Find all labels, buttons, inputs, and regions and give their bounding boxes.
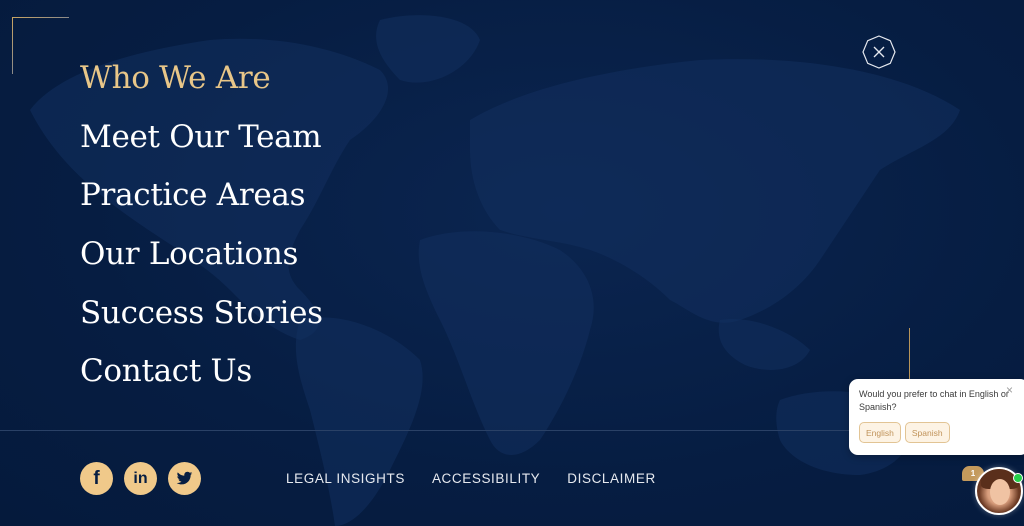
nav-item-contact-us[interactable]: Contact Us [80,349,252,393]
close-menu-button[interactable] [862,35,896,69]
facebook-icon: f [93,467,100,489]
chat-popup-close-icon[interactable]: × [1006,383,1013,397]
footer-link-legal-insights[interactable]: LEGAL INSIGHTS [286,471,405,486]
linkedin-icon: in [133,469,148,487]
online-status-indicator [1013,473,1023,483]
close-octagon-icon [862,35,896,69]
nav-item-our-locations[interactable]: Our Locations [80,232,298,276]
chat-message: Would you prefer to chat in English or S… [859,389,1009,412]
twitter-icon [176,471,193,485]
nav-item-who-we-are[interactable]: Who We Are [80,56,271,100]
nav-item-meet-our-team[interactable]: Meet Our Team [80,115,322,159]
chat-language-popup: Would you prefer to chat in English or S… [849,379,1024,455]
chat-language-options: English Spanish [859,422,950,443]
chat-spanish-button[interactable]: Spanish [904,422,950,443]
chat-agent-launcher[interactable] [975,467,1023,515]
nav-item-practice-areas[interactable]: Practice Areas [80,173,306,217]
chat-english-button[interactable]: English [859,422,901,443]
avatar-face [990,479,1010,505]
corner-decoration-horizontal [12,17,69,18]
corner-decoration-vertical [12,17,13,74]
footer-link-disclaimer[interactable]: DISCLAIMER [567,471,656,486]
nav-item-success-stories[interactable]: Success Stories [80,291,323,335]
twitter-link[interactable] [168,462,201,495]
footer-link-accessibility[interactable]: ACCESSIBILITY [432,471,540,486]
linkedin-link[interactable]: in [124,462,157,495]
footer-links: LEGAL INSIGHTS ACCESSIBILITY DISCLAIMER [286,471,656,486]
social-links: f in [80,462,201,495]
decorative-gold-line [909,328,910,380]
main-nav: Who We Are Meet Our Team Practice Areas … [80,56,323,408]
facebook-link[interactable]: f [80,462,113,495]
